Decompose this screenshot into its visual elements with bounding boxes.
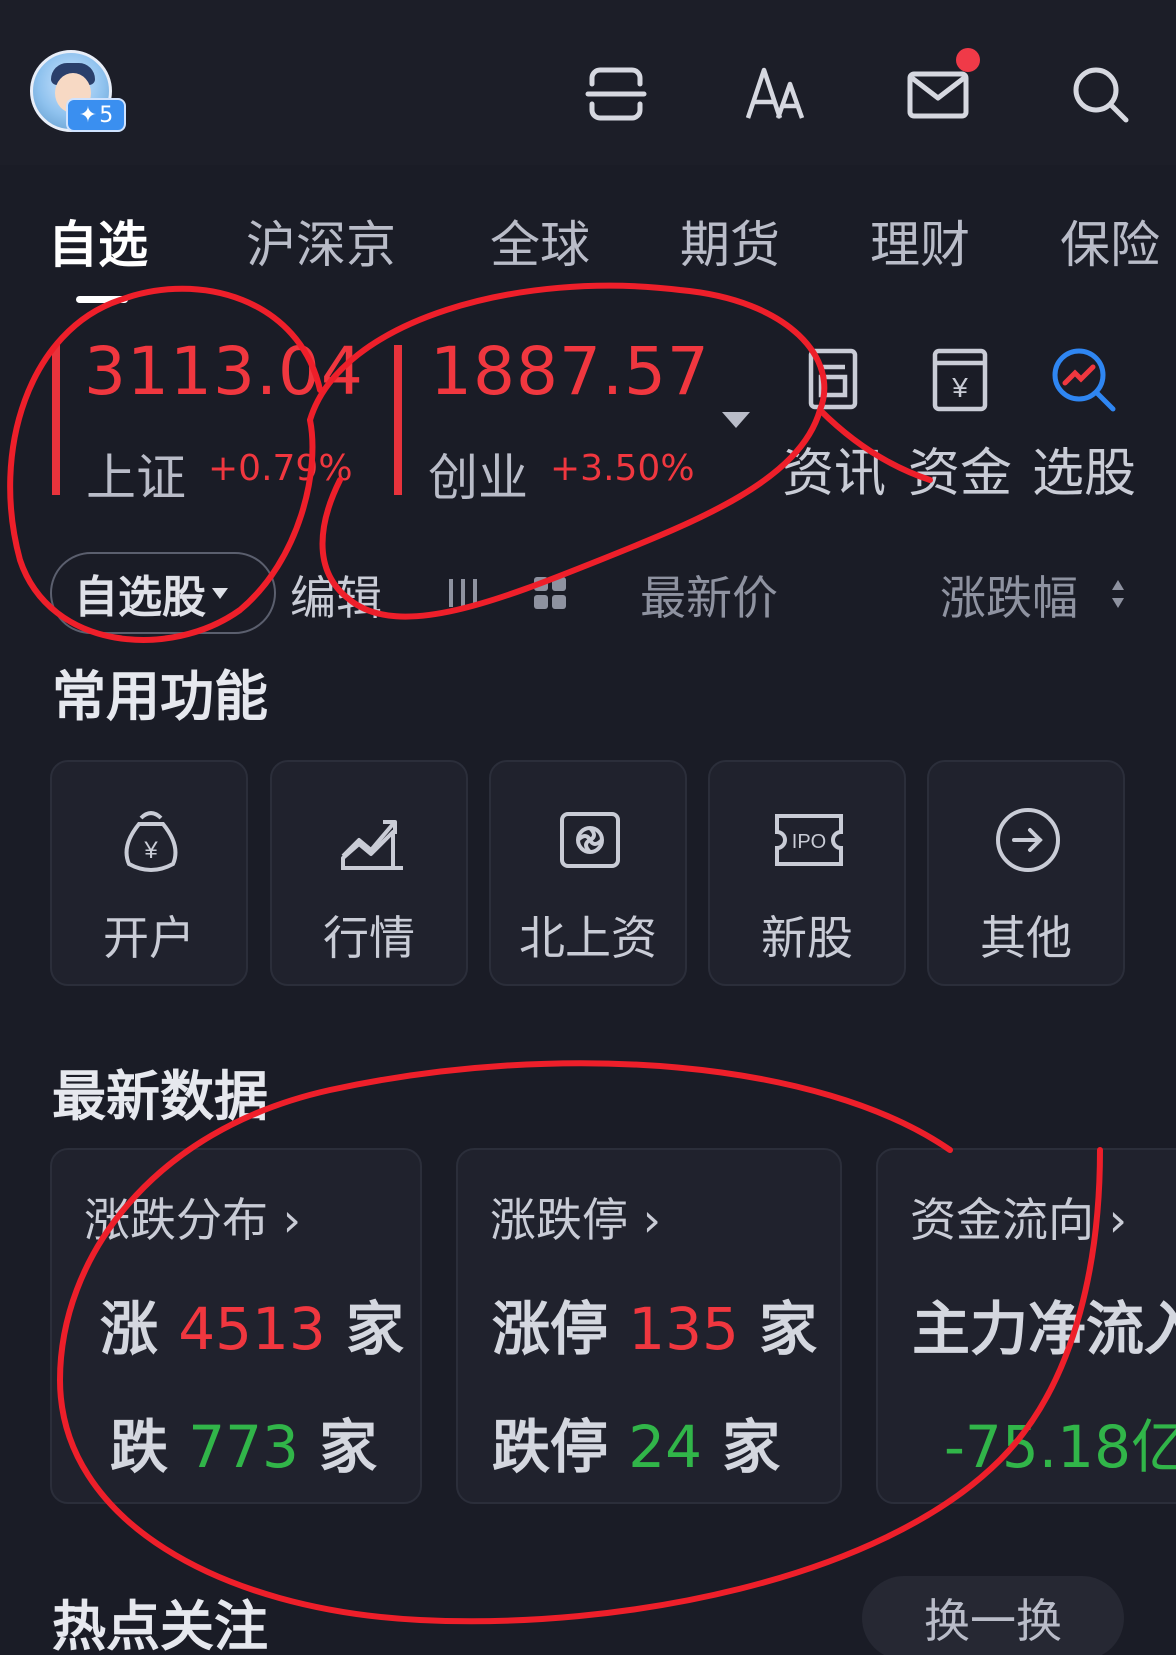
svg-text:¥: ¥ bbox=[951, 372, 968, 403]
dist-up-count: 4513 bbox=[178, 1295, 326, 1363]
tab-a-shares[interactable]: 沪深京 bbox=[246, 205, 396, 277]
stock-picker-icon bbox=[1052, 348, 1116, 412]
limit-up-label: 涨停 bbox=[492, 1295, 609, 1363]
limit-up-count: 135 bbox=[628, 1295, 739, 1363]
search-icon[interactable] bbox=[1068, 62, 1132, 126]
dist-up-label: 涨 bbox=[100, 1295, 159, 1363]
card-up-down-distribution[interactable]: 涨跌分布 › 涨 4513 家 跌 773 家 bbox=[50, 1148, 422, 1504]
list-view-icon[interactable] bbox=[446, 575, 480, 611]
scan-icon[interactable] bbox=[584, 62, 648, 126]
index-change-sh: +0.79% bbox=[208, 448, 353, 489]
ipo-ticket-icon: IPO bbox=[775, 814, 843, 866]
flow-value: -75.18亿 bbox=[944, 1413, 1176, 1481]
unread-dot bbox=[956, 48, 980, 72]
tile-open-account-label: 开户 bbox=[103, 911, 195, 965]
hot-topics-title: 热点关注 bbox=[52, 1595, 268, 1655]
latest-data-title: 最新数据 bbox=[52, 1065, 268, 1128]
shortcut-picker[interactable]: 选股 bbox=[1024, 345, 1144, 506]
dist-down-label: 跌 bbox=[110, 1413, 169, 1481]
tile-north-capital[interactable]: 北上资 bbox=[489, 760, 687, 986]
tile-others-label: 其他 bbox=[980, 911, 1072, 965]
limit-unit: 家 bbox=[759, 1295, 818, 1363]
mail-icon[interactable] bbox=[906, 62, 970, 126]
shortcut-fund-label: 资金 bbox=[907, 444, 1012, 504]
dist-unit: 家 bbox=[319, 1413, 378, 1481]
index-change-gem: +3.50% bbox=[550, 448, 695, 489]
level-badge: ✦ 5 bbox=[66, 98, 126, 132]
shortcut-news-label: 资讯 bbox=[781, 444, 886, 504]
watchlist-group-label: 自选股 bbox=[74, 572, 206, 623]
edit-watchlist-button[interactable]: 编辑 bbox=[290, 562, 382, 628]
card-dist-title: 涨跌分布 bbox=[84, 1193, 268, 1247]
index-dropdown-icon[interactable] bbox=[722, 412, 750, 428]
font-size-icon[interactable] bbox=[744, 62, 808, 126]
tab-wealth[interactable]: 理财 bbox=[870, 205, 970, 277]
card-limit-title: 涨跌停 bbox=[490, 1193, 628, 1247]
trend-chart-icon bbox=[341, 820, 403, 870]
limit-down-count: 24 bbox=[628, 1413, 703, 1481]
index-name-gem: 创业 bbox=[428, 449, 528, 507]
news-icon bbox=[808, 348, 858, 410]
dist-down-count: 773 bbox=[188, 1413, 299, 1481]
flow-label: 主力净流入 bbox=[912, 1295, 1176, 1363]
index-value-sh[interactable]: 3113.04 bbox=[84, 333, 364, 410]
sort-icon[interactable] bbox=[1108, 574, 1128, 614]
tab-futures[interactable]: 期货 bbox=[680, 205, 780, 277]
index-value-gem[interactable]: 1887.57 bbox=[430, 333, 710, 410]
fund-icon: ¥ bbox=[932, 348, 988, 412]
chevron-down-icon bbox=[212, 587, 228, 599]
tile-market[interactable]: 行情 bbox=[270, 760, 468, 986]
common-functions-title: 常用功能 bbox=[52, 665, 268, 728]
index-name-sh: 上证 bbox=[86, 449, 186, 507]
north-capital-icon bbox=[560, 812, 620, 868]
card-flow-title: 资金流向 bbox=[910, 1193, 1094, 1247]
index-bar-sh bbox=[52, 345, 60, 495]
refresh-button[interactable]: 换一换 bbox=[862, 1576, 1124, 1655]
shortcut-news[interactable]: 资讯 bbox=[774, 345, 894, 506]
grid-view-icon[interactable] bbox=[532, 575, 568, 611]
shortcut-picker-label: 选股 bbox=[1031, 444, 1136, 504]
index-bar-gem bbox=[394, 345, 402, 495]
card-capital-flow[interactable]: 资金流向 › 主力净流入 -75.18亿 bbox=[876, 1148, 1176, 1504]
tile-market-label: 行情 bbox=[323, 911, 415, 965]
sparkle-icon: ✦ bbox=[78, 102, 98, 128]
tile-ipo[interactable]: IPO 新股 bbox=[708, 760, 906, 986]
tab-insurance[interactable]: 保险 bbox=[1060, 205, 1160, 277]
watchlist-group-select[interactable]: 自选股 bbox=[50, 552, 276, 634]
tile-ipo-label: 新股 bbox=[761, 911, 853, 965]
shortcut-fund[interactable]: ¥ 资金 bbox=[900, 345, 1020, 506]
dist-unit: 家 bbox=[346, 1295, 405, 1363]
limit-unit: 家 bbox=[722, 1413, 781, 1481]
tile-open-account[interactable]: ¥ 开户 bbox=[50, 760, 248, 986]
column-latest-price[interactable]: 最新价 bbox=[640, 562, 778, 628]
column-change-percent[interactable]: 涨跌幅 bbox=[940, 562, 1078, 628]
card-limit-up-down[interactable]: 涨跌停 › 涨停 135 家 跌停 24 家 bbox=[456, 1148, 842, 1504]
svg-text:¥: ¥ bbox=[143, 837, 158, 864]
limit-down-label: 跌停 bbox=[492, 1413, 609, 1481]
money-bag-icon: ¥ bbox=[124, 811, 178, 872]
tile-north-capital-label: 北上资 bbox=[519, 911, 657, 965]
level-badge-value: 5 bbox=[99, 102, 114, 128]
tab-watchlist[interactable]: 自选 bbox=[48, 205, 148, 277]
tab-global[interactable]: 全球 bbox=[490, 205, 590, 277]
svg-text:IPO: IPO bbox=[792, 831, 826, 853]
tile-others[interactable]: 其他 bbox=[927, 760, 1125, 986]
tab-active-indicator bbox=[76, 296, 128, 303]
arrow-circle-icon bbox=[996, 808, 1060, 872]
